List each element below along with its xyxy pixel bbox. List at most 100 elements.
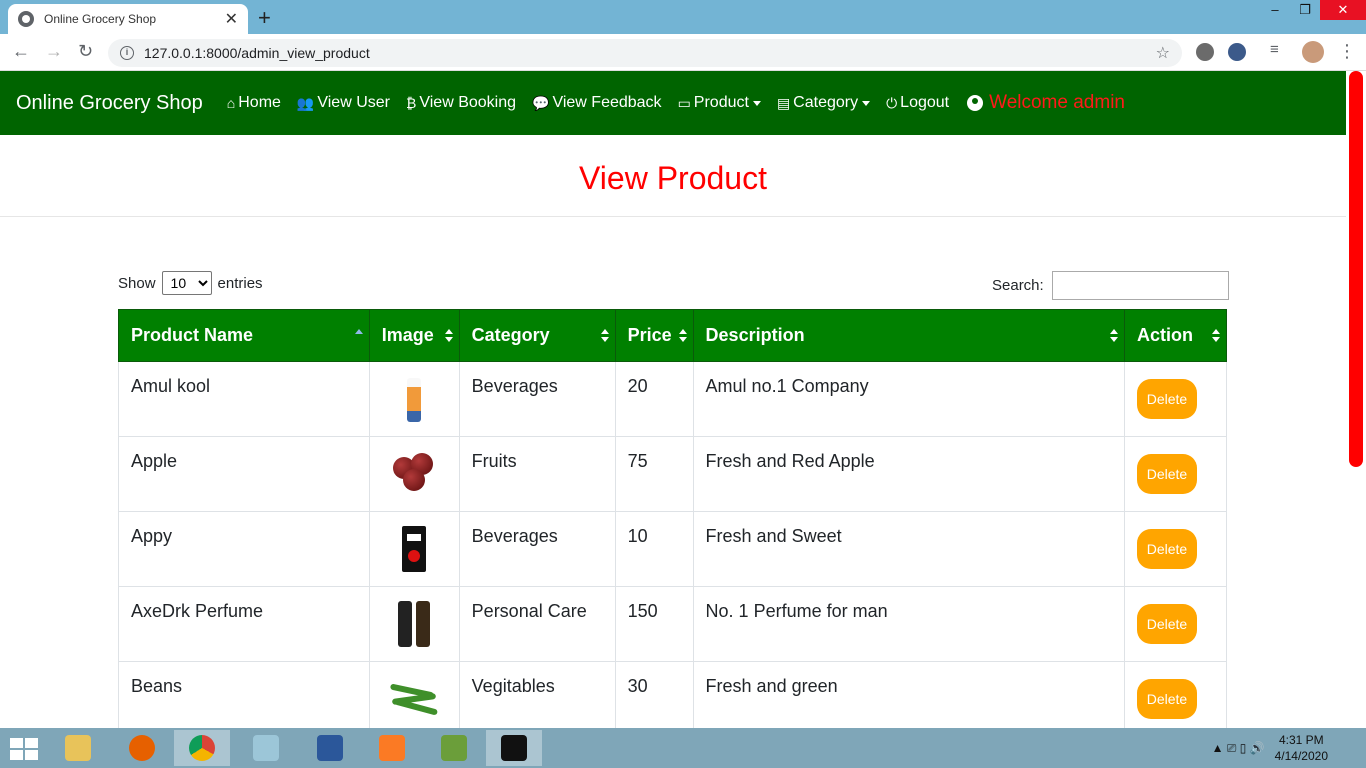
description-cell: Amul no.1 Company bbox=[692, 361, 1125, 437]
terminal-icon[interactable] bbox=[486, 730, 542, 766]
menu-icon[interactable]: ⋮ bbox=[1338, 41, 1356, 62]
search-label: Search: bbox=[992, 277, 1044, 294]
table-search: Search: bbox=[992, 271, 1229, 300]
entries-label: entries bbox=[217, 274, 263, 292]
delete-button[interactable]: Delete bbox=[1136, 454, 1197, 494]
product-image bbox=[407, 378, 422, 422]
editor-icon[interactable] bbox=[426, 730, 482, 766]
extension-icon[interactable] bbox=[1196, 43, 1214, 61]
sort-icon bbox=[1109, 329, 1118, 343]
price-cell: 10 bbox=[614, 511, 694, 587]
column-header-price[interactable]: Price bbox=[614, 309, 694, 362]
maximize-icon[interactable]: ❐ bbox=[1290, 0, 1320, 20]
delete-button[interactable]: Delete bbox=[1136, 379, 1197, 419]
chrome-icon[interactable] bbox=[174, 730, 230, 766]
notepadpp-icon bbox=[441, 735, 467, 761]
nav-product-label: Product bbox=[693, 94, 749, 111]
action-cell: Delete bbox=[1123, 586, 1228, 662]
column-header-label: Price bbox=[627, 325, 672, 345]
nav-home[interactable]: ⌂ Home bbox=[227, 94, 281, 112]
scrollbar-thumb[interactable] bbox=[1349, 71, 1363, 467]
windows-start-icon[interactable] bbox=[10, 738, 38, 760]
nav-home-label: Home bbox=[238, 94, 281, 111]
tray-icons[interactable]: ▲ ⎚ ▯ 🔊 bbox=[1212, 741, 1265, 756]
entries-length-control: Show 10 entries bbox=[118, 271, 263, 295]
description-cell: Fresh and Red Apple bbox=[692, 436, 1125, 512]
delete-button[interactable]: Delete bbox=[1136, 604, 1197, 644]
delete-button[interactable]: Delete bbox=[1136, 529, 1197, 569]
xampp-icon[interactable] bbox=[364, 730, 420, 766]
nav-logout[interactable]: ⏻ Logout bbox=[886, 94, 949, 112]
nav-view-booking[interactable]: ₿ View Booking bbox=[406, 94, 516, 112]
divider bbox=[0, 216, 1346, 217]
app-icon[interactable] bbox=[238, 730, 294, 766]
close-tab-icon[interactable]: ✕ bbox=[225, 9, 238, 29]
avatar[interactable] bbox=[1302, 41, 1324, 63]
table-row: Amul kool Beverages 20 Amul no.1 Company… bbox=[118, 361, 1228, 437]
nav-view-feedback[interactable]: 💬 View Feedback bbox=[532, 94, 662, 112]
nav-product-dropdown[interactable]: ▭ Product bbox=[678, 94, 761, 112]
word-icon[interactable] bbox=[302, 730, 358, 766]
action-cell: Delete bbox=[1123, 511, 1228, 587]
column-header-action[interactable]: Action bbox=[1123, 309, 1228, 362]
show-label: Show bbox=[118, 274, 156, 292]
nav-view-user-label: View User bbox=[317, 94, 390, 111]
search-input[interactable] bbox=[1051, 271, 1229, 300]
browser-titlebar: Online Grocery Shop ✕ + – ❐ ✕ bbox=[0, 0, 1366, 34]
comment-icon: 💬 bbox=[532, 94, 550, 111]
nav-view-booking-label: View Booking bbox=[419, 94, 517, 111]
delete-button[interactable]: Delete bbox=[1136, 679, 1197, 719]
column-header-category[interactable]: Category bbox=[458, 309, 616, 362]
media-icon[interactable]: ≡ bbox=[1270, 41, 1279, 58]
page-scrollbar[interactable] bbox=[1346, 71, 1366, 728]
firefox-icon[interactable] bbox=[114, 730, 170, 766]
column-header-label: Description bbox=[705, 325, 805, 345]
nav-category-dropdown[interactable]: ▤ Category bbox=[777, 94, 871, 112]
column-header-label: Action bbox=[1136, 325, 1193, 345]
back-icon[interactable]: ← bbox=[12, 41, 30, 62]
column-header-description[interactable]: Description bbox=[692, 309, 1125, 362]
chrome-logo-icon bbox=[189, 735, 215, 761]
forward-icon[interactable]: → bbox=[45, 41, 63, 62]
table-header-row: Product Name Image Category Price Descri… bbox=[118, 309, 1228, 362]
reload-icon[interactable]: ↻ bbox=[78, 41, 93, 62]
brand-link[interactable]: Online Grocery Shop bbox=[16, 92, 203, 115]
url-input[interactable]: i 127.0.0.1:8000/admin_view_product ☆ bbox=[108, 39, 1182, 67]
bookmark-star-icon[interactable]: ☆ bbox=[1156, 43, 1170, 63]
action-cell: Delete bbox=[1123, 661, 1228, 737]
address-bar: ← → ↻ i 127.0.0.1:8000/admin_view_produc… bbox=[0, 34, 1366, 71]
new-tab-icon[interactable]: + bbox=[258, 5, 271, 31]
folder-icon bbox=[65, 735, 91, 761]
welcome-text: Welcome admin bbox=[989, 92, 1125, 113]
chevron-down-icon bbox=[862, 100, 871, 106]
product-image-cell bbox=[368, 361, 460, 437]
product-image bbox=[390, 683, 439, 716]
browser-tab[interactable]: Online Grocery Shop ✕ bbox=[8, 4, 248, 34]
column-header-product-name[interactable]: Product Name bbox=[118, 309, 370, 362]
entries-select[interactable]: 10 bbox=[161, 271, 212, 295]
product-name-cell: Amul kool bbox=[118, 361, 370, 437]
clock[interactable]: 4:31 PM 4/14/2020 bbox=[1275, 732, 1328, 764]
xampp-logo-icon bbox=[379, 735, 405, 761]
box-icon: ▭ bbox=[677, 94, 691, 111]
description-cell: No. 1 Perfume for man bbox=[692, 586, 1125, 662]
info-icon[interactable]: i bbox=[120, 46, 134, 60]
extension-icon[interactable] bbox=[1228, 43, 1246, 61]
product-image bbox=[402, 526, 427, 572]
product-image-cell bbox=[368, 436, 460, 512]
close-window-icon[interactable]: ✕ bbox=[1320, 0, 1366, 20]
action-cell: Delete bbox=[1123, 436, 1228, 512]
table-row: Appy Beverages 10 Fresh and Sweet Delete bbox=[118, 511, 1228, 587]
minimize-icon[interactable]: – bbox=[1260, 0, 1290, 20]
nav-view-user[interactable]: 👥 View User bbox=[297, 94, 390, 112]
sort-icon bbox=[1212, 329, 1220, 343]
product-image-cell bbox=[368, 511, 460, 587]
sort-icon bbox=[600, 329, 609, 343]
window-controls: – ❐ ✕ bbox=[1260, 0, 1366, 22]
firefox-logo-icon bbox=[129, 735, 155, 761]
file-explorer-icon[interactable] bbox=[50, 730, 106, 766]
chevron-down-icon bbox=[752, 100, 761, 106]
product-name-cell: AxeDrk Perfume bbox=[118, 586, 370, 662]
column-header-image[interactable]: Image bbox=[368, 309, 460, 362]
users-icon: 👥 bbox=[296, 94, 315, 111]
